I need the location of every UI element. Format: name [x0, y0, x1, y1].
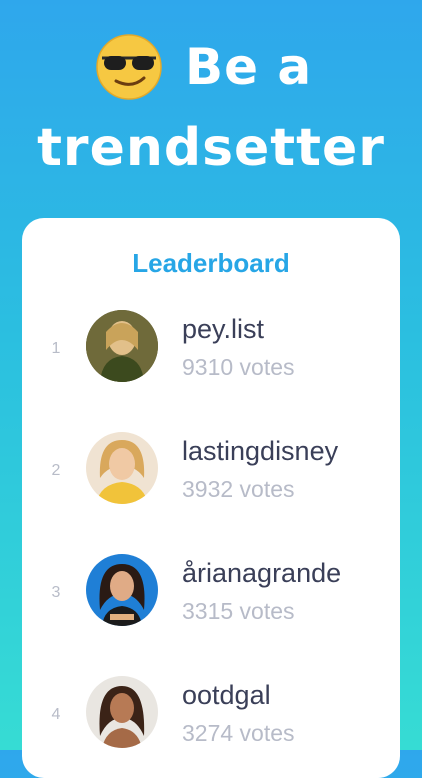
avatar[interactable]	[86, 676, 158, 748]
leaderboard-card: Leaderboard 1 pey.list 9310 votes 2 last	[22, 218, 400, 778]
rank-number: 4	[51, 706, 61, 723]
hero-header: Be a trendsetter	[0, 0, 422, 215]
leaderboard-row[interactable]: 2 lastingdisney 3932 votes	[22, 432, 400, 512]
username: årianagrande	[182, 558, 342, 588]
vote-count: 3315 votes	[182, 598, 295, 624]
vote-count: 3932 votes	[182, 476, 295, 502]
vote-count: 3274 votes	[182, 720, 295, 746]
rank-number: 2	[51, 462, 61, 479]
leaderboard-title: Leaderboard	[132, 248, 290, 278]
sunglasses-face-icon	[96, 34, 162, 100]
username: pey.list	[182, 314, 265, 344]
hero-title-line2: trendsetter	[37, 118, 385, 178]
rank-number: 1	[51, 340, 61, 357]
rank-number: 3	[51, 584, 61, 601]
avatar[interactable]	[86, 432, 158, 504]
username: ootdgal	[182, 680, 271, 710]
leaderboard-row[interactable]: 3 årianagrande 3315 votes	[22, 554, 400, 634]
avatar[interactable]	[86, 310, 158, 382]
vote-count: 9310 votes	[182, 354, 295, 380]
leaderboard-row[interactable]: 4 ootdgal 3274 votes	[22, 676, 400, 756]
username: lastingdisney	[182, 436, 339, 466]
avatar[interactable]	[86, 554, 158, 626]
hero-title-line1: Be a	[185, 38, 313, 96]
leaderboard-row[interactable]: 1 pey.list 9310 votes	[22, 310, 400, 390]
